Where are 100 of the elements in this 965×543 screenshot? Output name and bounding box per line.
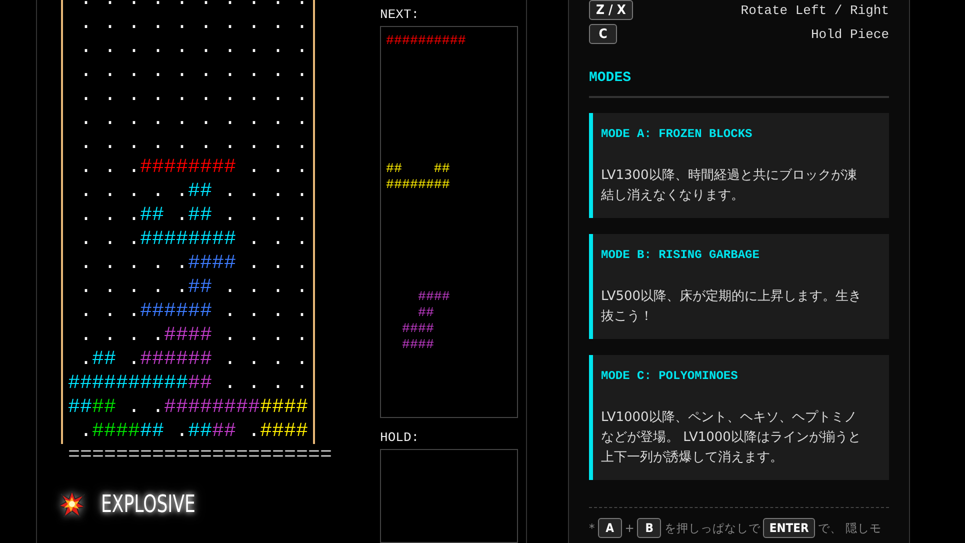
empty-cell-text: . <box>247 372 260 396</box>
block-cell: ## <box>188 372 212 396</box>
empty-cell-text: . <box>151 108 164 132</box>
empty-cell-text: . <box>247 276 260 300</box>
empty-cell-text: . <box>295 300 308 324</box>
empty-cell-text: . <box>103 60 116 84</box>
block-cell: ## <box>284 420 308 444</box>
empty-cell-text: . <box>103 156 116 180</box>
block-cell: ## <box>164 348 188 372</box>
empty-cell-text: . <box>271 180 284 204</box>
empty-cell-text: . <box>247 180 260 204</box>
control-description: Hold Piece <box>810 26 889 42</box>
empty-cell-text: . <box>127 300 140 324</box>
empty-cell-text: . <box>127 84 140 108</box>
block-cell: ## <box>284 396 308 420</box>
empty-cell-text: . <box>79 108 92 132</box>
empty-cell-text: . <box>103 0 116 12</box>
empty-cell-text: . <box>103 324 116 348</box>
block-cell: ## <box>188 420 212 444</box>
block-cell: ## <box>164 228 188 252</box>
empty-cell-text: . <box>199 60 212 84</box>
empty-cell-text: . <box>295 228 308 252</box>
empty-cell-text: . <box>151 276 164 300</box>
empty-cell-text: . <box>295 156 308 180</box>
block-cell: ## <box>212 420 236 444</box>
block-cell: ## <box>92 348 116 372</box>
empty-cell-text: . <box>247 156 260 180</box>
board-floor: ====================== <box>68 444 332 468</box>
empty-cell-text: . <box>199 132 212 156</box>
empty-cell-text: . <box>127 180 140 204</box>
empty-cell-text: . <box>79 132 92 156</box>
empty-cell-text: . <box>247 132 260 156</box>
empty-cell-text: . <box>271 276 284 300</box>
empty-cell-text: . <box>199 36 212 60</box>
empty-cell-text: . <box>271 12 284 36</box>
empty-cell-text: . <box>223 84 236 108</box>
empty-cell-text: . <box>223 372 236 396</box>
empty-cell-text: . <box>151 60 164 84</box>
hint-text: で、 隠しモ <box>818 520 882 536</box>
empty-cell-text: . <box>103 180 116 204</box>
key-cap: Z / X <box>589 0 633 20</box>
mode-title: MODE C: POLYOMINOES <box>601 368 739 384</box>
empty-cell-text: . <box>103 108 116 132</box>
empty-cell-text: . <box>223 204 236 228</box>
empty-cell-text: . <box>271 60 284 84</box>
empty-cell-text: . <box>223 348 236 372</box>
control-description: Rotate Left / Right <box>740 2 889 18</box>
mode-title: MODE B: RISING GARBAGE <box>601 247 760 263</box>
empty-cell-text: . <box>199 0 212 12</box>
empty-cell-text: . <box>151 180 164 204</box>
empty-cell-text: . <box>103 204 116 228</box>
block-cell: ## <box>92 420 116 444</box>
next-label: NEXT: <box>380 7 420 23</box>
empty-cell-text: . <box>79 60 92 84</box>
block-cell: ## <box>140 420 164 444</box>
empty-cell-text: . <box>295 204 308 228</box>
empty-cell-text: . <box>247 324 260 348</box>
empty-cell-text: . <box>79 180 92 204</box>
block-cell: ## <box>188 396 212 420</box>
empty-cell-text: . <box>271 372 284 396</box>
block-cell: ## <box>116 420 140 444</box>
empty-cell-text: . <box>271 324 284 348</box>
empty-cell-text: . <box>223 108 236 132</box>
empty-cell-text: . <box>271 300 284 324</box>
empty-cell-text: . <box>127 36 140 60</box>
empty-cell-text: . <box>199 84 212 108</box>
empty-cell-text: . <box>127 12 140 36</box>
block-cell: ## <box>164 156 188 180</box>
empty-cell-text: . <box>79 156 92 180</box>
hint-text: を押しっぱなしで <box>664 520 760 536</box>
empty-cell-text: . <box>295 276 308 300</box>
empty-cell-text: . <box>103 84 116 108</box>
empty-cell-text: . <box>79 420 92 444</box>
empty-cell-text: . <box>223 12 236 36</box>
hold-label: HOLD: <box>380 430 420 446</box>
empty-cell-text: . <box>223 324 236 348</box>
block-cell: ## <box>188 228 212 252</box>
empty-cell-text: . <box>223 60 236 84</box>
key-cap: ENTER <box>763 518 815 538</box>
next-piece: #### ## #### #### <box>401 289 450 353</box>
empty-cell-text: . <box>175 180 188 204</box>
empty-cell-text: . <box>271 348 284 372</box>
empty-cell-text: . <box>271 204 284 228</box>
empty-cell-text: . <box>175 0 188 12</box>
next-piece: ########## <box>386 33 466 49</box>
key-cap: C <box>589 24 617 44</box>
empty-cell-text: . <box>247 60 260 84</box>
block-cell: ## <box>164 300 188 324</box>
empty-cell-text: . <box>103 228 116 252</box>
empty-cell-text: . <box>175 276 188 300</box>
block-cell: ## <box>260 396 284 420</box>
empty-cell-text: . <box>247 300 260 324</box>
empty-cell-text: . <box>295 12 308 36</box>
empty-cell-text: . <box>175 252 188 276</box>
block-cell: ## <box>188 300 212 324</box>
mode-description: LV1300以降、時間経過と共にブロックが凍結し消えなくなります。 <box>601 167 858 205</box>
empty-cell-text: . <box>79 276 92 300</box>
block-cell: ## <box>260 420 284 444</box>
empty-cell-text: . <box>247 252 260 276</box>
empty-cell-text: . <box>103 36 116 60</box>
